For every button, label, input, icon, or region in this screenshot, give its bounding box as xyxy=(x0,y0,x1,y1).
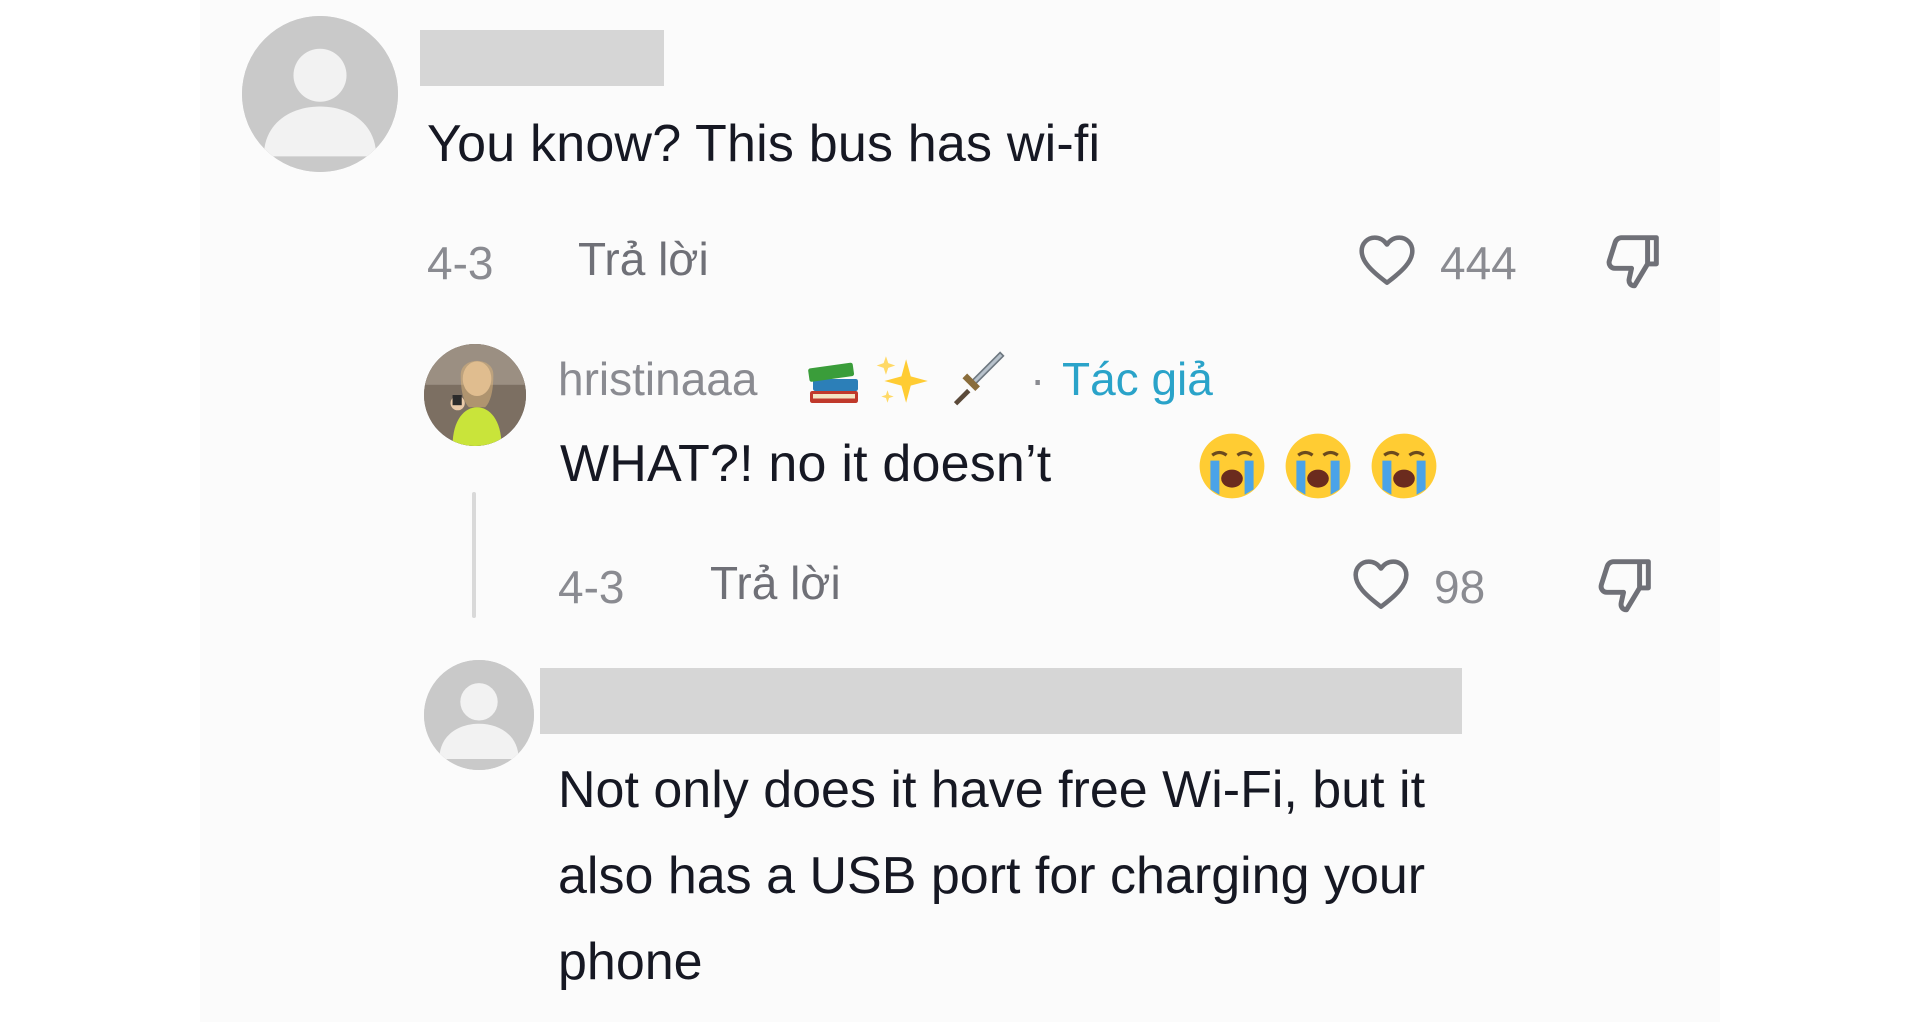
author-photo xyxy=(424,344,526,446)
like-count: 444 xyxy=(1440,237,1517,289)
sparkles-icon xyxy=(876,356,928,403)
author-username[interactable]: hristinaaa xyxy=(558,352,757,406)
comment-date: 4-3 xyxy=(427,237,494,289)
dagger-icon xyxy=(953,351,1005,406)
default-avatar[interactable] xyxy=(242,16,398,172)
like-count: 98 xyxy=(1434,561,1486,613)
redacted-username xyxy=(540,668,1462,734)
reply-text: WHAT?! no it doesn’t xyxy=(560,435,1052,493)
reply-text-line: also has a USB port for charging your xyxy=(558,847,1426,905)
person-icon xyxy=(424,660,534,770)
reply-text-line: Not only does it have free Wi-Fi, but it xyxy=(558,761,1426,819)
redacted-username xyxy=(420,30,664,86)
person-icon xyxy=(242,16,398,172)
heart-icon[interactable] xyxy=(1352,228,1422,292)
author-separator: · xyxy=(1030,353,1046,405)
reply-button[interactable]: Trả lời xyxy=(578,232,709,286)
books-icon xyxy=(808,362,858,403)
crying-face-icon xyxy=(1199,433,1265,499)
thumbs-down-icon[interactable] xyxy=(1590,550,1660,620)
comment-text: You know? This bus has wi-fi xyxy=(427,115,1101,173)
heart-icon[interactable] xyxy=(1346,552,1416,616)
reply-text-line: phone xyxy=(558,933,703,991)
crying-face-icon xyxy=(1371,433,1437,499)
thread-line xyxy=(472,492,476,618)
author-tag: Tác giả xyxy=(1062,353,1213,405)
reply-button[interactable]: Trả lời xyxy=(710,556,841,610)
thumbs-down-icon[interactable] xyxy=(1598,226,1668,296)
crying-face-icon xyxy=(1285,433,1351,499)
reply-date: 4-3 xyxy=(558,561,625,613)
author-avatar[interactable] xyxy=(424,344,526,446)
default-avatar[interactable] xyxy=(424,660,534,770)
